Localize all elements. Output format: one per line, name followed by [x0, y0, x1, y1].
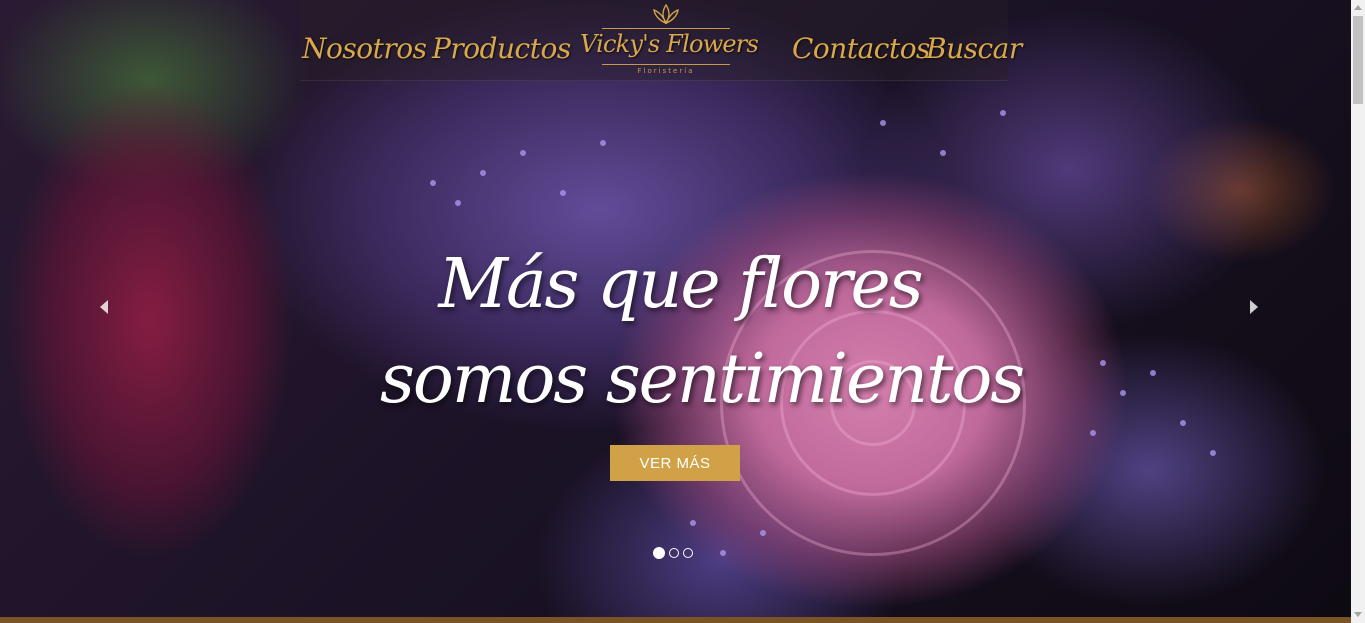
brand-tagline: Floristería — [637, 67, 695, 75]
ver-mas-button[interactable]: VER MÁS — [610, 445, 740, 481]
hero-headline-line1: Más que flores — [438, 245, 923, 324]
brand-divider — [602, 64, 730, 65]
carousel-indicators — [653, 547, 693, 559]
lotus-icon — [653, 3, 679, 25]
brand-logo[interactable]: Vicky's Flowers Floristería — [580, 0, 759, 80]
nav-link-productos[interactable]: Productos — [432, 32, 571, 65]
vertical-scrollbar[interactable] — [1351, 0, 1365, 623]
carousel-prev-icon[interactable] — [100, 300, 108, 314]
nav-link-contactos[interactable]: Contactos — [792, 32, 930, 65]
carousel-indicator-2[interactable] — [669, 548, 679, 558]
nav-link-buscar[interactable]: Buscar — [926, 32, 1022, 65]
brand-name: Vicky's Flowers — [580, 30, 759, 58]
nav-link-nosotros[interactable]: Nosotros — [302, 32, 427, 65]
carousel-indicator-1[interactable] — [653, 547, 665, 559]
scroll-down-icon[interactable] — [1354, 612, 1362, 617]
scroll-up-icon[interactable] — [1354, 5, 1362, 10]
hero-headline-line2: somos sentimientos — [380, 340, 1025, 419]
carousel-next-icon[interactable] — [1250, 300, 1258, 314]
page-bottom-border — [0, 617, 1351, 623]
hero-carousel: Nosotros Productos Vicky's Flowers Flori… — [0, 0, 1351, 617]
brand-divider — [602, 28, 730, 29]
scroll-thumb[interactable] — [1353, 16, 1363, 104]
carousel-indicator-3[interactable] — [683, 548, 693, 558]
